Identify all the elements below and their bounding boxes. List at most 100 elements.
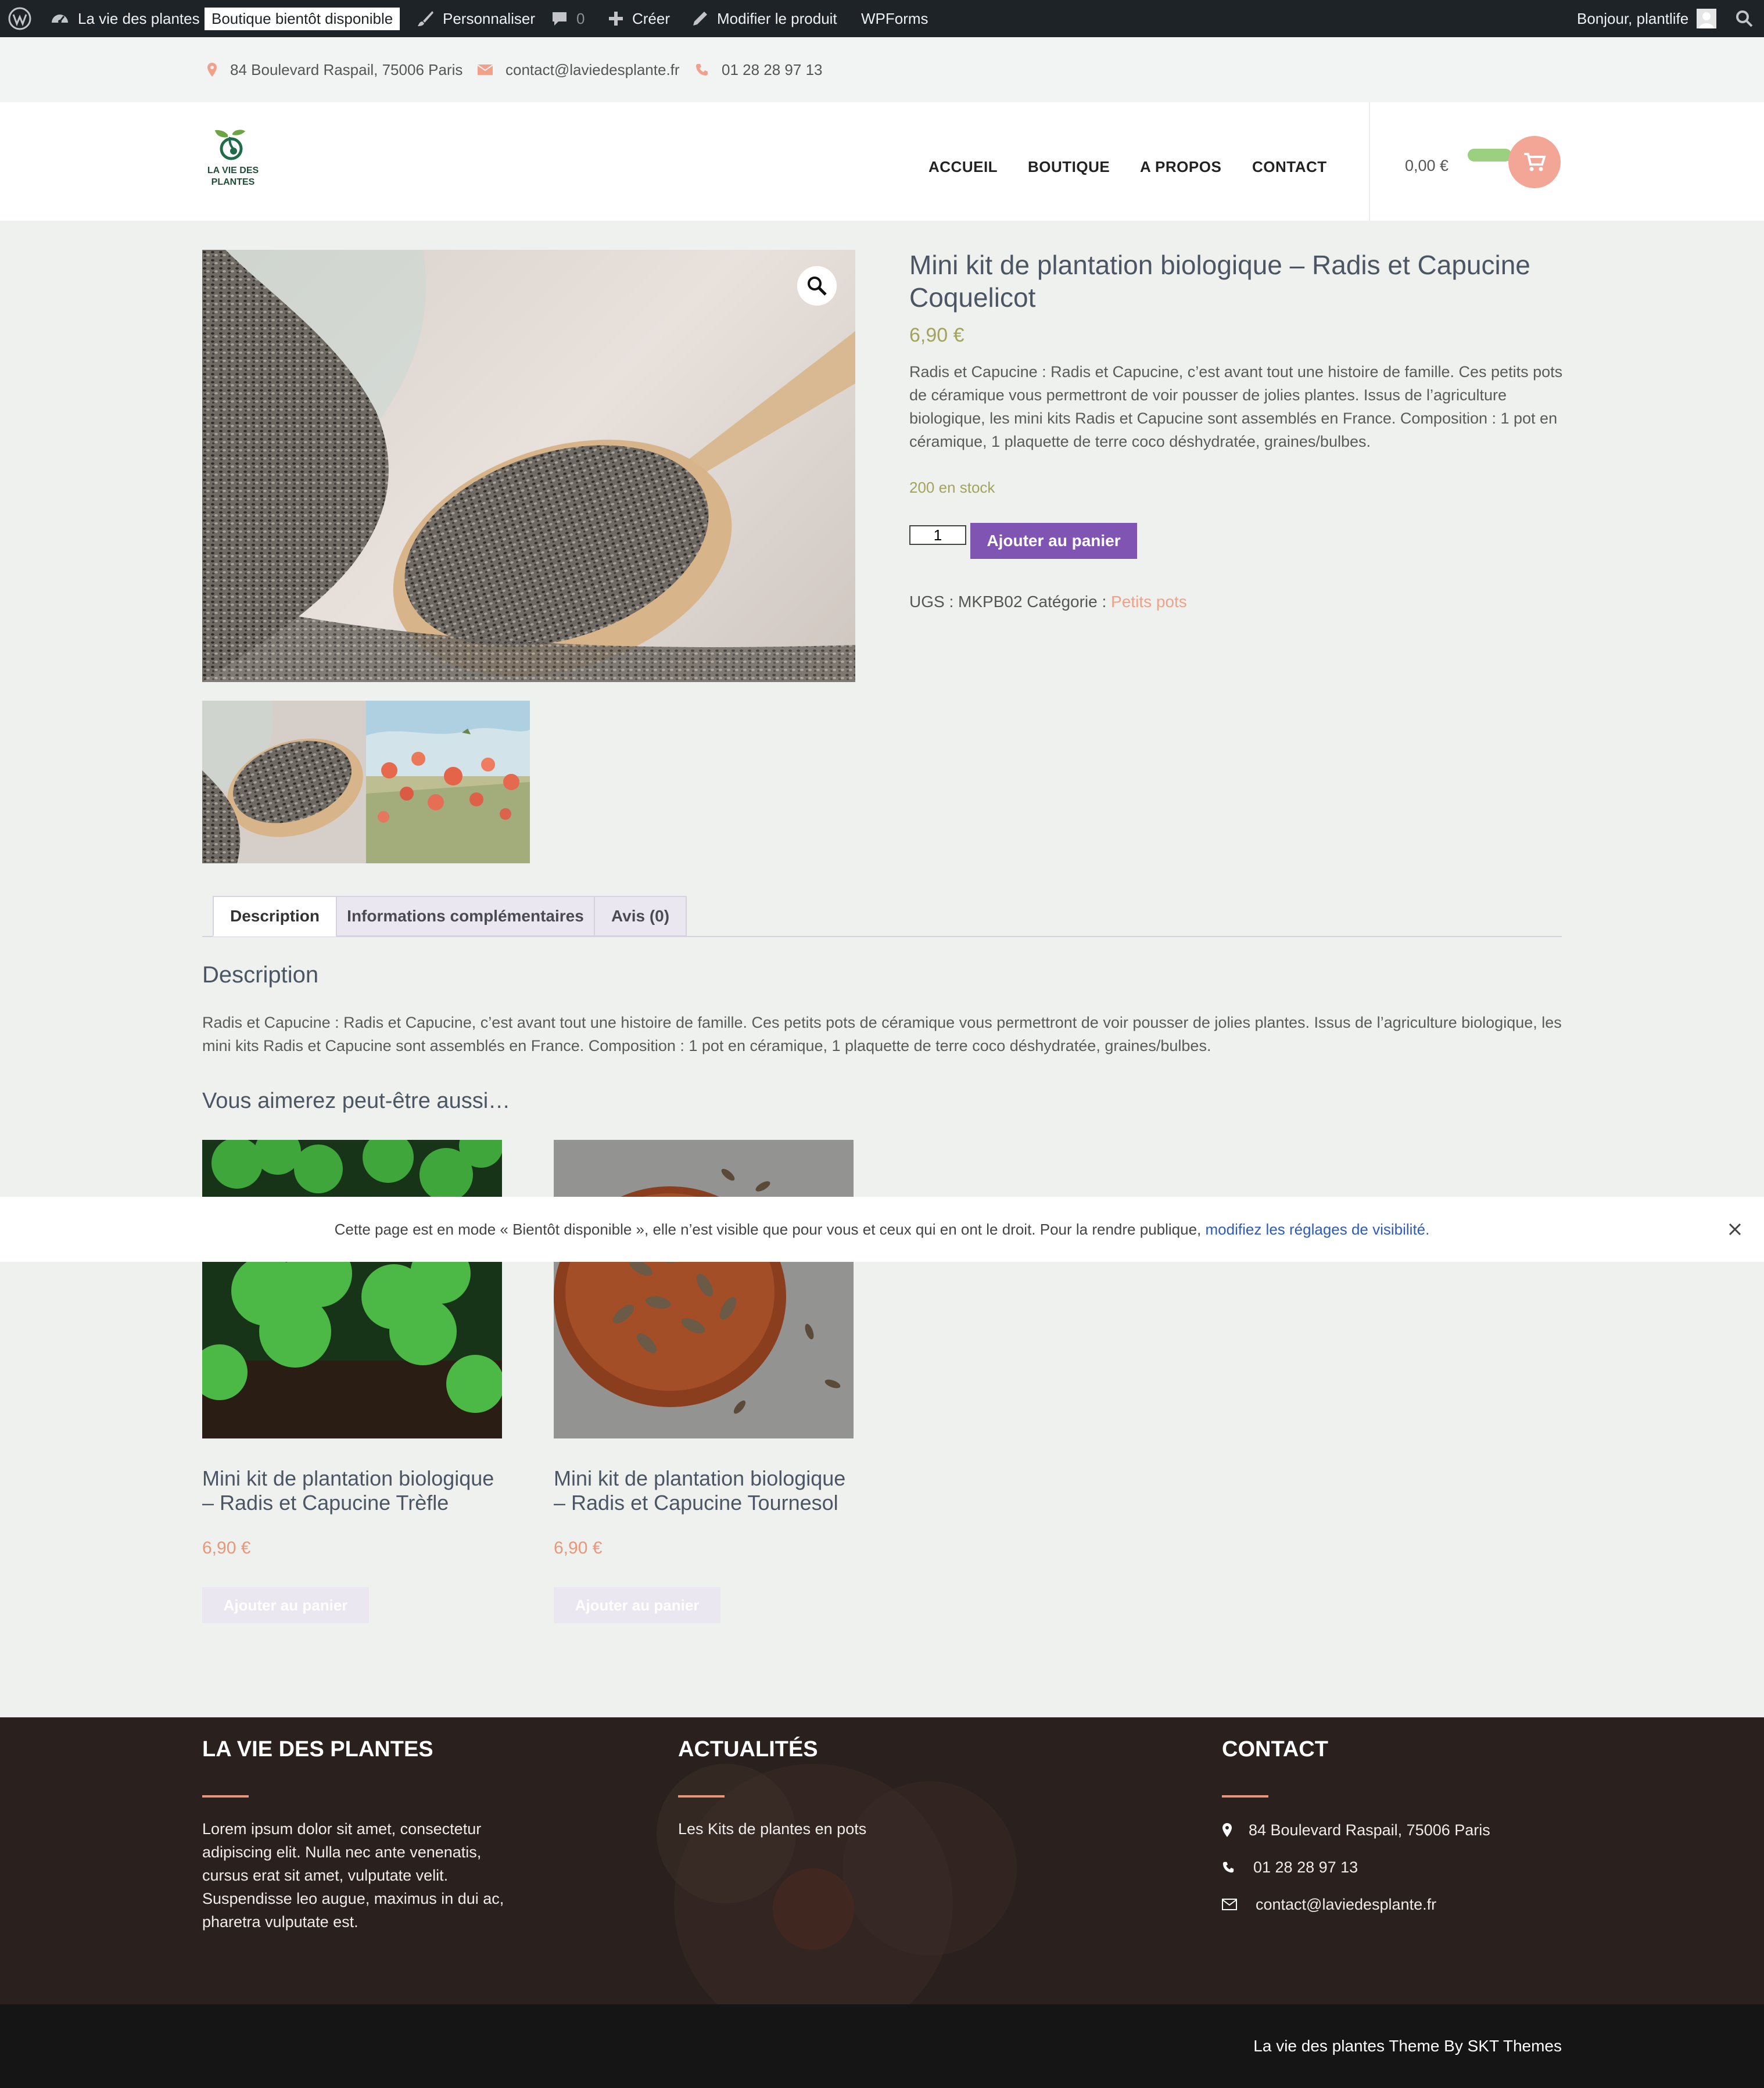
logo-text-line2: PLANTES: [211, 177, 255, 187]
admin-comments-link[interactable]: 0: [551, 0, 585, 37]
admin-greeting: Bonjour, plantlife: [1577, 9, 1689, 27]
dashboard-icon: [52, 15, 68, 23]
nav-item-a-propos[interactable]: A PROPOS: [1140, 158, 1221, 176]
tab-additional-information[interactable]: Informations complémentaires: [336, 896, 595, 937]
footer-about-underline: [202, 1795, 249, 1798]
map-pin-icon: [1222, 1823, 1232, 1837]
description-content: Radis et Capucine : Radis et Capucine, c…: [202, 1014, 1562, 1054]
admin-edit-product-link[interactable]: Modifier le produit: [691, 0, 837, 37]
admin-site-name: La vie des plantes: [78, 9, 200, 27]
wordpress-logo-icon[interactable]: [8, 0, 31, 37]
zoom-button[interactable]: [797, 266, 837, 306]
product-title: Mini kit de plantation biologique – Radi…: [909, 250, 1530, 313]
quantity-input[interactable]: [909, 525, 966, 545]
notice-visibility-link[interactable]: modifiez les réglages de visibilité.: [1206, 1221, 1430, 1239]
related-product-title-clover[interactable]: Mini kit de plantation biologique – Radi…: [202, 1466, 504, 1515]
logo-sprout-icon: [215, 130, 245, 160]
sku-label: UGS :: [909, 593, 954, 611]
admin-create-link[interactable]: Créer: [608, 0, 670, 37]
notice-close-button[interactable]: [1723, 1218, 1747, 1241]
admin-create-label: Créer: [632, 9, 671, 27]
related-product-image-clover[interactable]: [202, 1140, 502, 1438]
phone-icon: [1222, 1861, 1234, 1873]
footer-email[interactable]: contact@laviedesplante.fr: [1256, 1893, 1436, 1916]
tab-reviews[interactable]: Avis (0): [594, 896, 687, 937]
cart-bar: [1468, 149, 1512, 162]
admin-account-link[interactable]: Bonjour, plantlife: [1577, 0, 1717, 37]
footer-phone-row: 01 28 28 97 13: [1222, 1856, 1358, 1879]
product-main-image[interactable]: [202, 250, 855, 682]
close-icon: [1729, 1223, 1741, 1236]
product-thumbnail-seeds[interactable]: [202, 701, 366, 863]
related-add-to-cart-clover[interactable]: Ajouter au panier: [202, 1587, 369, 1623]
footer-news-link[interactable]: Les Kits de plantes en pots: [678, 1817, 866, 1841]
footer-address-row: 84 Boulevard Raspail, 75006 Paris: [1222, 1818, 1490, 1842]
admin-wpforms-label: WPForms: [861, 9, 928, 27]
related-product-title-sunflower[interactable]: Mini kit de plantation biologique – Radi…: [554, 1466, 856, 1515]
comment-bubble-icon: [553, 12, 567, 26]
site-logo[interactable]: LA VIE DES PLANTES: [201, 128, 265, 192]
site-footer: LA VIE DES PLANTES Lorem ipsum dolor sit…: [0, 1717, 1764, 2004]
footer-phone: 01 28 28 97 13: [1253, 1859, 1358, 1876]
coming-soon-badge[interactable]: Boutique bientôt disponible: [205, 0, 400, 37]
nav-item-accueil[interactable]: ACCUEIL: [928, 158, 998, 176]
related-add-to-cart-sunflower[interactable]: Ajouter au panier: [554, 1587, 720, 1623]
description-heading: Description: [202, 962, 319, 988]
category-label: Catégorie :: [1027, 593, 1107, 611]
nav-item-boutique[interactable]: BOUTIQUE: [1028, 158, 1110, 176]
product-meta: UGS : MKPB02 Catégorie : Petits pots: [909, 593, 1187, 611]
admin-edit-product-label: Modifier le produit: [717, 9, 837, 27]
site-header: LA VIE DES PLANTES ACCUEIL BOUTIQUE A PR…: [0, 102, 1764, 221]
footer-contact-underline: [1222, 1795, 1268, 1798]
cart-button[interactable]: [1508, 136, 1561, 188]
related-product-image-sunflower[interactable]: [554, 1140, 854, 1438]
footer-news-title: ACTUALITÉS: [678, 1737, 818, 1761]
header-divider: [1369, 102, 1370, 221]
tab-description[interactable]: Description: [213, 896, 337, 937]
footer-email-row: contact@laviedesplante.fr: [1222, 1893, 1436, 1916]
envelope-icon: [478, 64, 493, 75]
category-link[interactable]: Petits pots: [1111, 593, 1187, 611]
top-address: 84 Boulevard Raspail, 75006 Paris: [230, 60, 463, 78]
brush-icon: [418, 11, 433, 26]
admin-wpforms-link[interactable]: WPForms: [861, 0, 928, 37]
product-short-description: Radis et Capucine : Radis et Capucine, c…: [909, 363, 1563, 450]
footer-bottom-bar: La vie des plantes Theme By SKT Themes: [0, 2004, 1764, 2088]
notice-text: Cette page est en mode « Bientôt disponi…: [334, 1220, 1202, 1238]
top-contact-bar: 84 Boulevard Raspail, 75006 Paris contac…: [0, 37, 1764, 102]
admin-customize-label: Personnaliser: [443, 9, 535, 27]
admin-bar: La vie des plantes Boutique bientôt disp…: [0, 0, 1764, 37]
phone-icon: [696, 64, 708, 76]
top-email[interactable]: contact@laviedesplante.fr: [505, 61, 680, 79]
stock-status: 200 en stock: [909, 479, 995, 496]
footer-about-title: LA VIE DES PLANTES: [202, 1737, 433, 1761]
status-badge: Boutique bientôt disponible: [205, 7, 400, 30]
admin-customize-link[interactable]: Personnaliser: [416, 0, 535, 37]
top-phone: 01 28 28 97 13: [722, 60, 823, 78]
map-pin-icon: [207, 63, 217, 77]
logo-text-line1: LA VIE DES: [207, 166, 259, 175]
footer-credit[interactable]: La vie des plantes Theme By SKT Themes: [1253, 2037, 1562, 2055]
related-product-price-clover: 6,90 €: [202, 1538, 251, 1558]
sku-value: MKPB02: [958, 593, 1023, 611]
add-to-cart-button[interactable]: Ajouter au panier: [970, 523, 1137, 559]
nav-item-contact[interactable]: CONTACT: [1252, 158, 1327, 176]
cart-total[interactable]: 0,00 €: [1405, 157, 1449, 175]
magnifier-icon: [808, 277, 827, 296]
footer-about-text: Lorem ipsum dolor sit amet, consectetur …: [202, 1820, 504, 1931]
footer-contact-title: CONTACT: [1222, 1737, 1328, 1761]
product-price: 6,90 €: [909, 324, 965, 346]
shopping-cart-icon: [1524, 153, 1546, 171]
admin-search-icon[interactable]: [1735, 0, 1754, 37]
admin-site-link[interactable]: La vie des plantes: [50, 0, 200, 37]
envelope-icon: [1222, 1899, 1237, 1910]
product-thumbnail-poppies[interactable]: [366, 701, 530, 863]
admin-comments-count: 0: [576, 9, 585, 27]
plus-icon: [609, 12, 623, 26]
avatar: [1697, 9, 1717, 28]
pencil-icon: [693, 12, 707, 26]
footer-news-underline: [678, 1795, 725, 1798]
coming-soon-notice: Cette page est en mode « Bientôt disponi…: [0, 1197, 1764, 1262]
related-product-price-sunflower: 6,90 €: [554, 1538, 603, 1558]
footer-address: 84 Boulevard Raspail, 75006 Paris: [1249, 1821, 1490, 1839]
